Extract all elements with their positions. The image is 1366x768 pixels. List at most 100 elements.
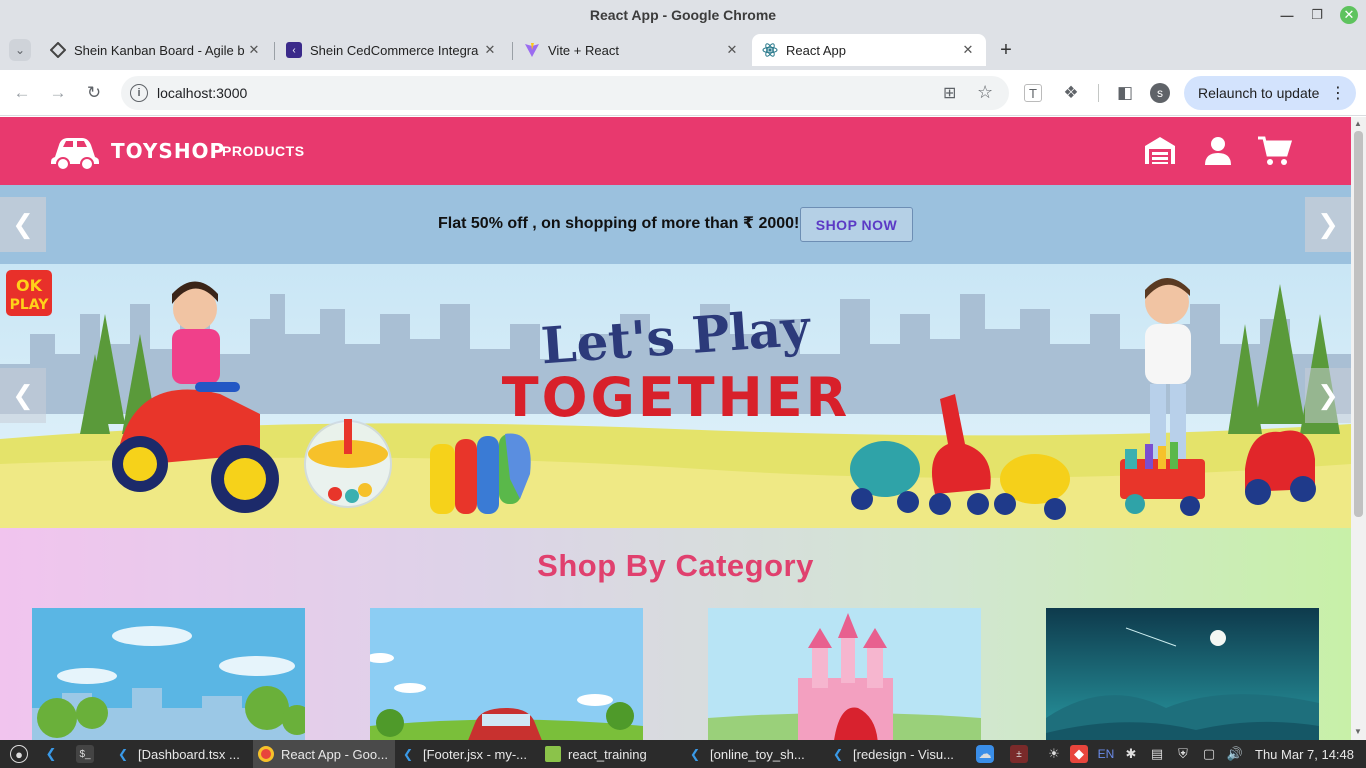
tab-label: Shein Kanban Board - Agile b xyxy=(74,42,245,58)
vscode-icon: ❮ xyxy=(402,747,414,761)
taskbar-item-online-toy-shop[interactable]: ❮ [online_toy_sh... xyxy=(687,740,822,768)
tab-label: Vite + React xyxy=(548,42,619,58)
chrome-icon xyxy=(258,746,274,762)
vscode-icon: ❮ xyxy=(689,747,701,761)
side-panel-icon[interactable]: ◧ xyxy=(1114,82,1136,104)
close-tab-icon[interactable]: ✕ xyxy=(960,42,976,58)
taskbar-item-label: [redesign - Visu... xyxy=(853,746,954,762)
browser-toolbar: ← → ↻ i localhost:3000 ⊞ ☆ T ❖ ◧ s Relau… xyxy=(0,70,1366,116)
display-icon[interactable]: ▢ xyxy=(1200,745,1218,763)
menu-kebab-icon[interactable]: ⋮ xyxy=(1330,83,1346,103)
ok-play-badge-line1: OK xyxy=(16,276,43,295)
taskbar-item-chrome[interactable]: React App - Goo... xyxy=(253,740,395,768)
scroll-up-arrow-icon[interactable]: ▲ xyxy=(1354,119,1362,128)
close-tab-icon[interactable]: ✕ xyxy=(482,42,498,58)
shop-now-button[interactable]: SHOP NOW xyxy=(800,207,913,242)
minimize-icon[interactable]: — xyxy=(1278,6,1296,24)
window-title: React App - Google Chrome xyxy=(589,7,777,23)
category-card-4[interactable] xyxy=(1046,608,1319,740)
toolbar-divider xyxy=(1098,84,1099,102)
volume-icon[interactable]: 🔊 xyxy=(1226,745,1244,763)
window-titlebar: React App - Google Chrome — ❐ ✕ xyxy=(0,0,1366,30)
spinning-top-toy-image xyxy=(304,419,392,508)
relaunch-button[interactable]: Relaunch to update ⋮ xyxy=(1184,76,1356,110)
reload-icon[interactable]: ↻ xyxy=(83,82,105,104)
close-tab-icon[interactable]: ✕ xyxy=(246,42,262,58)
site-info-icon[interactable]: i xyxy=(130,84,148,102)
clipboard-icon[interactable]: ▤ xyxy=(1148,745,1166,763)
maximize-icon[interactable]: ❐ xyxy=(1308,6,1326,24)
tab-label: Shein CedCommerce Integra xyxy=(310,42,479,58)
close-window-icon[interactable]: ✕ xyxy=(1340,6,1358,24)
slack-icon[interactable]: ✱ xyxy=(1122,745,1140,763)
promo-next-arrow-icon[interactable]: ❯ xyxy=(1305,197,1351,252)
back-icon[interactable]: ← xyxy=(11,82,33,104)
react-favicon-icon xyxy=(762,42,778,58)
bookmark-star-icon[interactable]: ☆ xyxy=(977,82,993,103)
category-card-1[interactable] xyxy=(32,608,305,740)
scroll-down-arrow-icon[interactable]: ▼ xyxy=(1354,727,1362,736)
taskbar-item-dashboard[interactable]: ❮ [Dashboard.tsx ... xyxy=(115,740,250,768)
vscode-icon: ❮ xyxy=(832,747,844,761)
system-clock[interactable]: Thu Mar 7, 14:48 xyxy=(1255,740,1365,768)
taskbar-item-label: [online_toy_sh... xyxy=(710,746,805,762)
install-app-icon[interactable]: ⊞ xyxy=(943,83,956,103)
terminal-launcher-icon[interactable]: $_ xyxy=(76,745,94,763)
nav-products-link[interactable]: PRODUCTS xyxy=(222,143,305,159)
text-extension-icon[interactable]: T xyxy=(1024,84,1042,102)
vscode-launcher-icon[interactable]: ❮ xyxy=(42,745,60,763)
new-tab-icon[interactable]: + xyxy=(995,39,1017,61)
warehouse-icon[interactable] xyxy=(1142,133,1178,169)
hero-banner: OK PLAY Let's Play TOGETHER ❮ ❯ xyxy=(0,264,1351,528)
brightness-icon[interactable]: ☀ xyxy=(1045,745,1063,763)
taskbar-item-label: [Dashboard.tsx ... xyxy=(138,746,240,762)
category-section-title: Shop By Category xyxy=(537,548,814,583)
category-card-3[interactable] xyxy=(708,608,981,740)
hero-banner-illustration: OK PLAY Let's Play TOGETHER xyxy=(0,264,1351,528)
relaunch-label: Relaunch to update xyxy=(1198,85,1320,101)
elephant-toy-image xyxy=(430,433,531,514)
anydesk-icon[interactable]: ◆ xyxy=(1070,745,1088,763)
taskbar-item-label: react_training xyxy=(568,746,647,762)
scrollbar-thumb[interactable] xyxy=(1354,131,1363,517)
tab-shein-cedcommerce[interactable]: ‹ Shein CedCommerce Integra ✕ xyxy=(276,34,508,66)
folder-icon xyxy=(545,746,561,762)
banner-next-arrow-icon[interactable]: ❯ xyxy=(1305,368,1351,423)
cedcommerce-favicon-icon: ‹ xyxy=(286,42,302,58)
start-menu-icon[interactable]: ● xyxy=(10,745,28,763)
tab-search-icon[interactable]: ⌄ xyxy=(9,39,31,61)
tab-shein-kanban[interactable]: Shein Kanban Board - Agile b ✕ xyxy=(40,34,272,66)
os-taskbar: ● ❮ $_ ❮ [Dashboard.tsx ... React App - … xyxy=(0,740,1366,768)
taskbar-item-redesign[interactable]: ❮ [redesign - Visu... xyxy=(830,740,965,768)
tab-divider xyxy=(274,42,275,60)
forward-icon[interactable]: → xyxy=(47,82,69,104)
category-card-4-image xyxy=(1046,608,1319,740)
tab-strip: ⌄ Shein Kanban Board - Agile b ✕ ‹ Shein… xyxy=(0,30,1366,70)
page-scrollbar[interactable]: ▲ ▼ xyxy=(1351,117,1366,740)
ok-play-badge-line2: PLAY xyxy=(10,297,50,313)
url-text: localhost:3000 xyxy=(157,85,248,101)
keyboard-language[interactable]: EN xyxy=(1097,745,1115,763)
address-bar[interactable]: i localhost:3000 ⊞ ☆ xyxy=(121,76,1009,110)
brand-name[interactable]: TOYSHOP xyxy=(111,139,225,163)
tab-label: React App xyxy=(786,42,846,58)
security-shield-icon[interactable]: ⛨ xyxy=(1174,745,1192,763)
tab-react-app[interactable]: React App ✕ xyxy=(752,34,986,66)
close-tab-icon[interactable]: ✕ xyxy=(724,42,740,58)
page-viewport: TOYSHOP PRODUCTS ❮ Flat 50% off , on sho… xyxy=(0,117,1351,740)
profile-avatar[interactable]: s xyxy=(1150,83,1170,103)
category-card-1-image xyxy=(32,608,305,740)
user-account-icon[interactable] xyxy=(1200,133,1236,169)
category-card-2[interactable] xyxy=(370,608,643,740)
tab-vite-react[interactable]: Vite + React ✕ xyxy=(514,34,750,66)
car-logo-icon[interactable] xyxy=(50,133,100,171)
shop-by-category-section: Shop By Category xyxy=(0,528,1351,740)
banner-prev-arrow-icon[interactable]: ❮ xyxy=(0,368,46,423)
taskbar-item-footer[interactable]: ❮ [Footer.jsx - my-... xyxy=(400,740,540,768)
promo-prev-arrow-icon[interactable]: ❮ xyxy=(0,197,46,252)
calculator-icon[interactable]: ± xyxy=(1010,745,1028,763)
shopping-cart-icon[interactable] xyxy=(1256,133,1292,169)
cloud-sync-icon[interactable]: ☁ xyxy=(976,745,994,763)
taskbar-item-react-training[interactable]: react_training xyxy=(545,740,680,768)
extensions-puzzle-icon[interactable]: ❖ xyxy=(1060,82,1082,104)
